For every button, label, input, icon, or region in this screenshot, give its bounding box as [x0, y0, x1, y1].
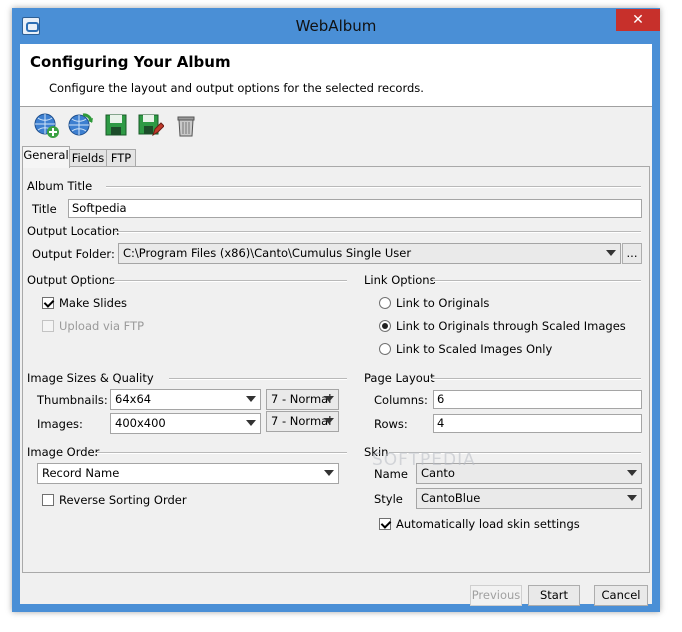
- images-quality-value: 7 - Normal: [271, 414, 332, 428]
- thumbnails-quality-value: 7 - Normal: [271, 392, 332, 406]
- chevron-down-icon: [324, 418, 334, 424]
- title-bar[interactable]: WebAlbum ✕: [12, 8, 660, 44]
- reverse-sorting-label[interactable]: Reverse Sorting Order: [59, 493, 187, 507]
- tab-ftp[interactable]: FTP: [106, 149, 136, 167]
- general-tab-panel: Album Title Title Softpedia Output Locat…: [22, 166, 650, 573]
- image-order-value: Record Name: [42, 466, 120, 480]
- tab-bar: General Fields FTP: [20, 144, 652, 168]
- output-folder-combo[interactable]: C:\Program Files (x86)\Canto\Cumulus Sin…: [118, 243, 621, 264]
- columns-input[interactable]: 6: [433, 390, 642, 409]
- skin-style-value: CantoBlue: [421, 491, 481, 505]
- image-order-combo[interactable]: Record Name: [37, 463, 339, 484]
- globe-add-icon[interactable]: [32, 111, 60, 139]
- chevron-down-icon: [324, 396, 334, 402]
- cancel-button[interactable]: Cancel: [594, 585, 648, 606]
- images-quality-combo[interactable]: 7 - Normal: [266, 411, 339, 432]
- make-slides-checkbox[interactable]: [42, 297, 54, 309]
- reverse-sorting-checkbox[interactable]: [42, 494, 54, 506]
- start-button[interactable]: Start: [528, 585, 580, 606]
- page-title: Configuring Your Album: [30, 53, 231, 71]
- divider: [111, 280, 347, 282]
- rows-input[interactable]: 4: [433, 414, 642, 433]
- dialog-client-area: Configuring Your Album Configure the lay…: [20, 44, 652, 606]
- thumbnails-size-combo[interactable]: 64x64: [110, 389, 261, 410]
- divider: [95, 452, 347, 454]
- chevron-down-icon: [246, 396, 256, 402]
- save-icon[interactable]: [102, 111, 130, 139]
- wizard-header: Configuring Your Album Configure the lay…: [20, 44, 652, 107]
- section-link-options: Link Options: [364, 273, 436, 287]
- chevron-down-icon: [246, 420, 256, 426]
- section-image-sizes: Image Sizes & Quality: [27, 371, 154, 385]
- webalbum-window: WebAlbum ✕ Configuring Your Album Config…: [12, 8, 660, 612]
- save-as-icon[interactable]: [136, 111, 165, 139]
- radio-link-scaled-through[interactable]: [379, 320, 391, 332]
- skin-style-label: Style: [374, 492, 403, 506]
- browse-button[interactable]: ...: [622, 243, 642, 264]
- chevron-down-icon: [324, 470, 334, 476]
- upload-ftp-checkbox: [42, 320, 54, 332]
- previous-button: Previous: [470, 585, 522, 606]
- section-page-layout: Page Layout: [364, 371, 435, 385]
- radio-link-originals-label[interactable]: Link to Originals: [396, 296, 489, 310]
- radio-link-scaled-through-label[interactable]: Link to Originals through Scaled Images: [396, 319, 626, 333]
- thumbnails-label: Thumbnails:: [37, 393, 108, 407]
- images-label: Images:: [37, 417, 83, 431]
- images-size-value: 400x400: [115, 416, 166, 430]
- rows-label: Rows:: [374, 417, 408, 431]
- title-label: Title: [32, 202, 57, 216]
- divider: [115, 231, 641, 233]
- divider: [433, 280, 641, 282]
- chevron-down-icon: [627, 495, 637, 501]
- auto-load-skin-checkbox[interactable]: [379, 518, 391, 530]
- divider: [106, 186, 641, 188]
- radio-link-scaled-only[interactable]: [379, 343, 391, 355]
- upload-ftp-label: Upload via FTP: [59, 319, 145, 333]
- divider: [431, 378, 641, 380]
- section-album-title: Album Title: [27, 179, 93, 193]
- output-folder-value: C:\Program Files (x86)\Canto\Cumulus Sin…: [123, 246, 412, 260]
- output-folder-label: Output Folder:: [32, 247, 115, 261]
- close-button[interactable]: ✕: [616, 9, 660, 31]
- images-size-combo[interactable]: 400x400: [110, 413, 261, 434]
- title-input[interactable]: Softpedia: [68, 199, 642, 218]
- tab-general[interactable]: General: [22, 146, 70, 168]
- thumbnails-quality-combo[interactable]: 7 - Normal: [266, 389, 339, 410]
- chevron-down-icon: [627, 470, 637, 476]
- radio-link-originals[interactable]: [379, 297, 391, 309]
- chevron-down-icon: [606, 250, 616, 256]
- page-description: Configure the layout and output options …: [49, 81, 424, 95]
- toolbar: [20, 107, 652, 143]
- radio-link-scaled-only-label[interactable]: Link to Scaled Images Only: [396, 342, 552, 356]
- skin-style-combo[interactable]: CantoBlue: [416, 488, 642, 509]
- section-output-location: Output Location: [27, 224, 120, 238]
- trash-icon[interactable]: [172, 111, 200, 139]
- section-image-order: Image Order: [27, 445, 100, 459]
- auto-load-skin-label[interactable]: Automatically load skin settings: [396, 517, 580, 531]
- window-title: WebAlbum: [295, 17, 377, 35]
- make-slides-label[interactable]: Make Slides: [59, 296, 127, 310]
- tab-fields[interactable]: Fields: [68, 149, 108, 167]
- softpedia-watermark: SOFTPEDIA: [372, 450, 476, 470]
- globe-refresh-icon[interactable]: [66, 111, 94, 139]
- thumbnails-size-value: 64x64: [115, 392, 152, 406]
- section-output-options: Output Options: [27, 273, 115, 287]
- columns-label: Columns:: [374, 393, 428, 407]
- divider: [169, 378, 347, 380]
